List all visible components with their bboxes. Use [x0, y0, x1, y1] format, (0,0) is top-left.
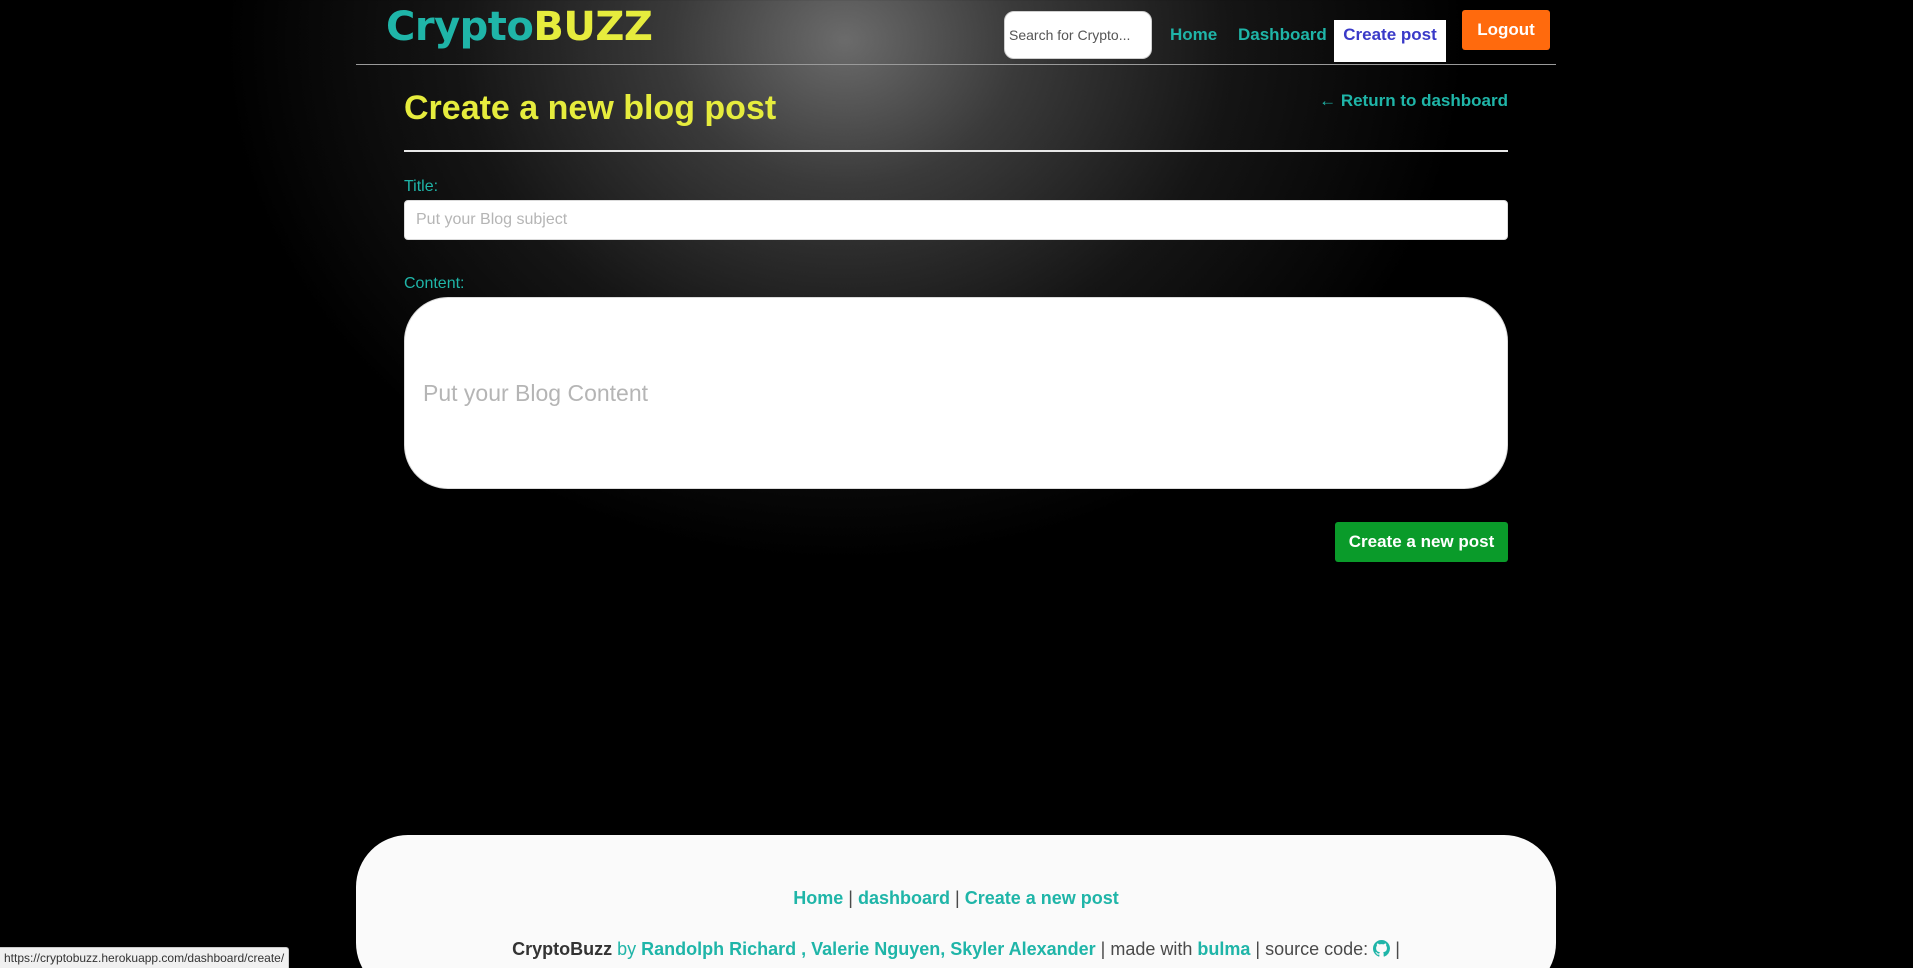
- footer-brand-name: CryptoBuzz: [512, 939, 613, 959]
- github-icon[interactable]: [1373, 939, 1395, 959]
- title-label: Title:: [404, 178, 439, 195]
- content-label: Content:: [404, 275, 465, 292]
- footer-separator: |: [848, 888, 853, 908]
- brand-logo-buzz: BUZZ: [533, 4, 653, 50]
- nav-home-link[interactable]: Home: [1170, 20, 1217, 50]
- top-navbar: CryptoBUZZ Home Dashboard Create post Lo…: [356, 0, 1556, 65]
- create-post-submit-button[interactable]: Create a new post: [1335, 522, 1508, 562]
- page-title: Create a new blog post: [404, 89, 777, 127]
- footer-by-text: by: [617, 939, 637, 959]
- post-title-input[interactable]: [404, 200, 1508, 240]
- footer-nav: Home | dashboard | Create a new post: [356, 886, 1556, 910]
- footer-separator: |: [955, 888, 960, 908]
- post-content-textarea[interactable]: Put your Blog Content: [404, 297, 1508, 489]
- post-content-placeholder: Put your Blog Content: [423, 379, 649, 406]
- brand-logo[interactable]: CryptoBUZZ: [386, 4, 653, 50]
- link-preview-status-bar: https://cryptobuzz.herokuapp.com/dashboa…: [0, 947, 290, 968]
- footer-create-post-link[interactable]: Create a new post: [965, 888, 1119, 908]
- footer-dashboard-link[interactable]: dashboard: [858, 888, 950, 908]
- footer-trailing-separator: |: [1395, 939, 1400, 959]
- nav-dashboard-link[interactable]: Dashboard: [1238, 20, 1327, 50]
- title-divider: [404, 150, 1508, 152]
- search-input[interactable]: [1004, 11, 1152, 59]
- nav-create-post-link[interactable]: Create post: [1334, 20, 1446, 62]
- footer-home-link[interactable]: Home: [793, 888, 843, 908]
- footer-credits: CryptoBuzz by Randolph Richard , Valerie…: [356, 937, 1556, 961]
- footer-made-with-text: | made with: [1100, 939, 1193, 959]
- footer-bulma-link[interactable]: bulma: [1197, 939, 1250, 959]
- page-footer: Home | dashboard | Create a new post Cry…: [356, 835, 1556, 968]
- footer-source-code-text: | source code:: [1255, 939, 1369, 959]
- logout-button[interactable]: Logout: [1462, 10, 1550, 50]
- return-to-dashboard-link[interactable]: ← Return to dashboard: [1319, 90, 1508, 112]
- footer-authors-link[interactable]: Randolph Richard , Valerie Nguyen, Skyle…: [641, 939, 1095, 959]
- brand-logo-crypto: Crypto: [386, 4, 534, 50]
